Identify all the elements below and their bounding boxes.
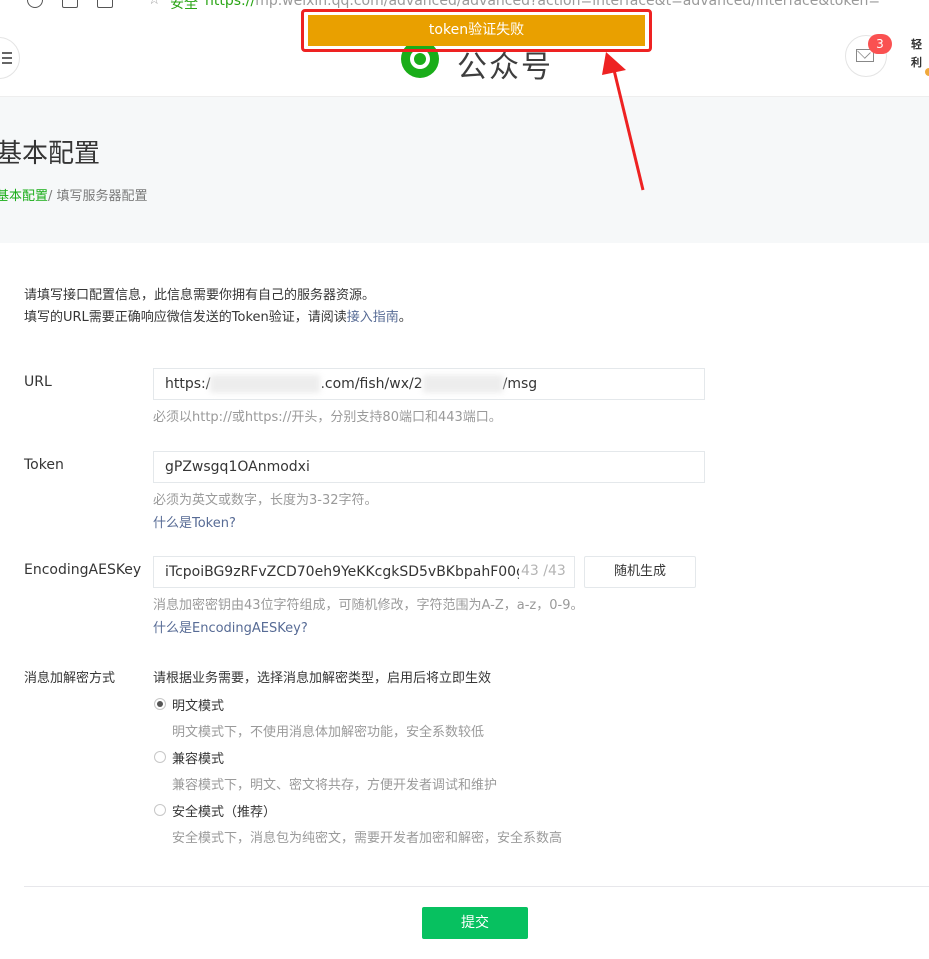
annotation-arrow <box>602 52 645 191</box>
arrow-head <box>602 52 626 75</box>
arrow-shaft <box>612 69 645 191</box>
